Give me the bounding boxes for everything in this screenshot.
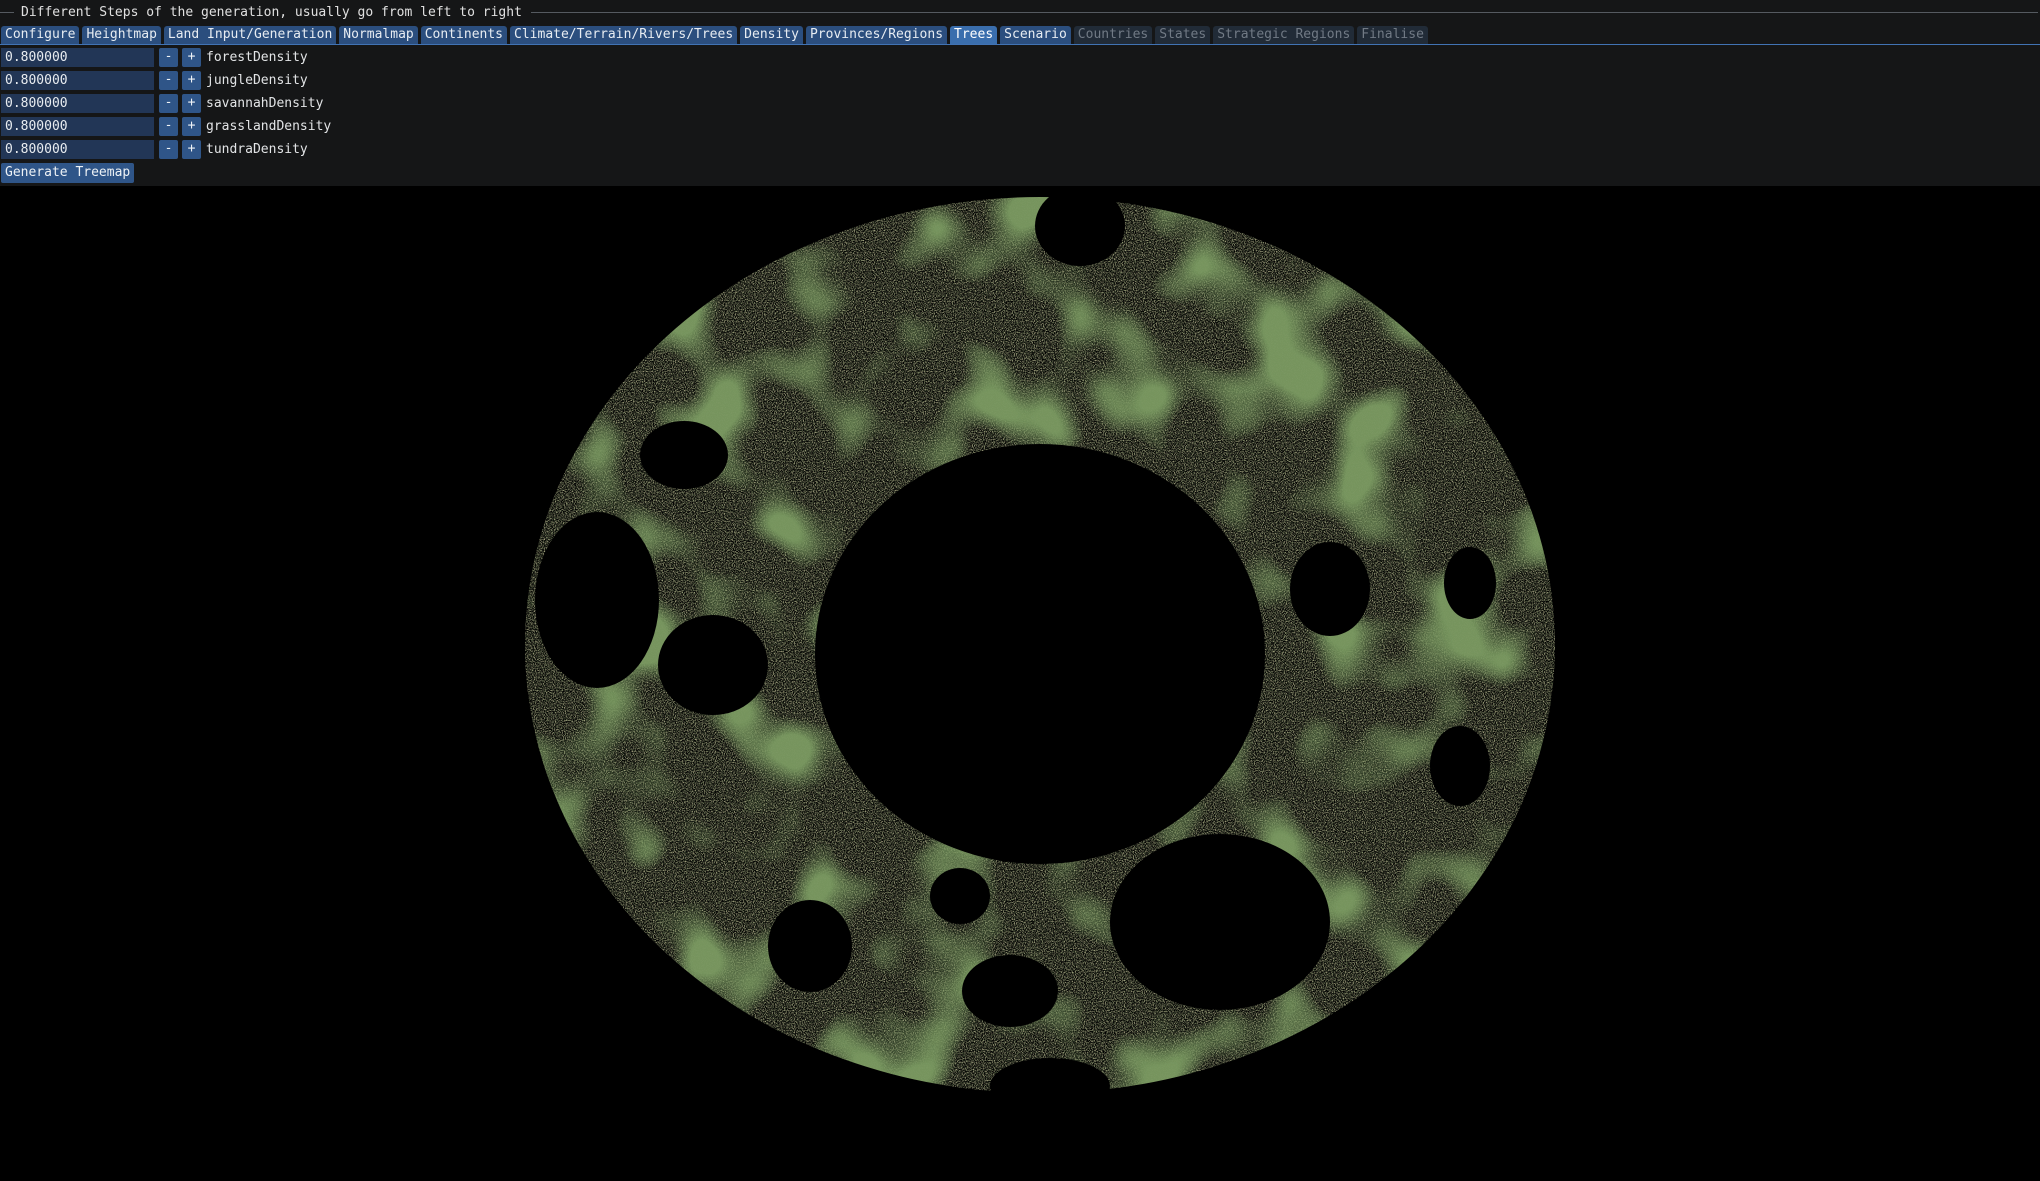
savannah-density-decrement-button[interactable]: - (159, 94, 178, 113)
tab-climate-terrain-rivers-trees[interactable]: Climate/Terrain/Rivers/Trees (510, 26, 738, 44)
tab-trees[interactable]: Trees (950, 26, 998, 44)
grassland-density-increment-button[interactable]: + (182, 117, 201, 136)
grassland-density-input[interactable] (1, 117, 154, 136)
forest-density-label: forestDensity (206, 50, 308, 65)
grassland-density-decrement-button[interactable]: - (159, 117, 178, 136)
savannah-density-row: - + savannahDensity (1, 94, 323, 113)
control-panel: Different Steps of the generation, usual… (0, 0, 2040, 186)
tab-provinces-regions[interactable]: Provinces/Regions (805, 26, 948, 44)
tab-states[interactable]: States (1155, 26, 1211, 44)
section-title: Different Steps of the generation, usual… (21, 4, 522, 20)
section-header: Different Steps of the generation, usual… (0, 3, 2040, 21)
step-tab-bar: Configure Heightmap Land Input/Generatio… (0, 25, 2040, 45)
ring-continent (400, 186, 1640, 1181)
treemap-canvas (400, 186, 1640, 1181)
grassland-density-label: grasslandDensity (206, 119, 332, 134)
generate-treemap-button[interactable]: Generate Treemap (1, 163, 135, 183)
jungle-density-label: jungleDensity (206, 73, 308, 88)
tab-normalmap[interactable]: Normalmap (339, 26, 418, 44)
savannah-density-input[interactable] (1, 94, 154, 113)
tab-countries[interactable]: Countries (1073, 26, 1153, 44)
forest-density-input[interactable] (1, 48, 154, 67)
tab-scenario[interactable]: Scenario (1000, 26, 1071, 44)
tundra-density-decrement-button[interactable]: - (159, 140, 178, 159)
forest-density-increment-button[interactable]: + (182, 48, 201, 67)
tab-strategic-regions[interactable]: Strategic Regions (1213, 26, 1355, 44)
tab-finalise[interactable]: Finalise (1357, 26, 1428, 44)
tab-configure[interactable]: Configure (1, 26, 80, 44)
savannah-density-label: savannahDensity (206, 96, 324, 111)
treemap-viewport[interactable] (0, 186, 2040, 1181)
tundra-density-input[interactable] (1, 140, 154, 159)
forest-density-decrement-button[interactable]: - (159, 48, 178, 67)
jungle-density-input[interactable] (1, 71, 154, 90)
separator-left (0, 11, 14, 13)
jungle-density-increment-button[interactable]: + (182, 71, 201, 90)
jungle-density-decrement-button[interactable]: - (159, 71, 178, 90)
separator-right (530, 11, 2038, 13)
savannah-density-increment-button[interactable]: + (182, 94, 201, 113)
tab-density[interactable]: Density (740, 26, 803, 44)
tundra-density-row: - + tundraDensity (1, 140, 308, 159)
tundra-density-increment-button[interactable]: + (182, 140, 201, 159)
forest-density-row: - + forestDensity (1, 48, 308, 67)
tundra-density-label: tundraDensity (206, 142, 308, 157)
tab-land-input-generation[interactable]: Land Input/Generation (163, 26, 337, 44)
grassland-density-row: - + grasslandDensity (1, 117, 331, 136)
tab-continents[interactable]: Continents (420, 26, 508, 44)
tab-heightmap[interactable]: Heightmap (82, 26, 161, 44)
jungle-density-row: - + jungleDensity (1, 71, 308, 90)
